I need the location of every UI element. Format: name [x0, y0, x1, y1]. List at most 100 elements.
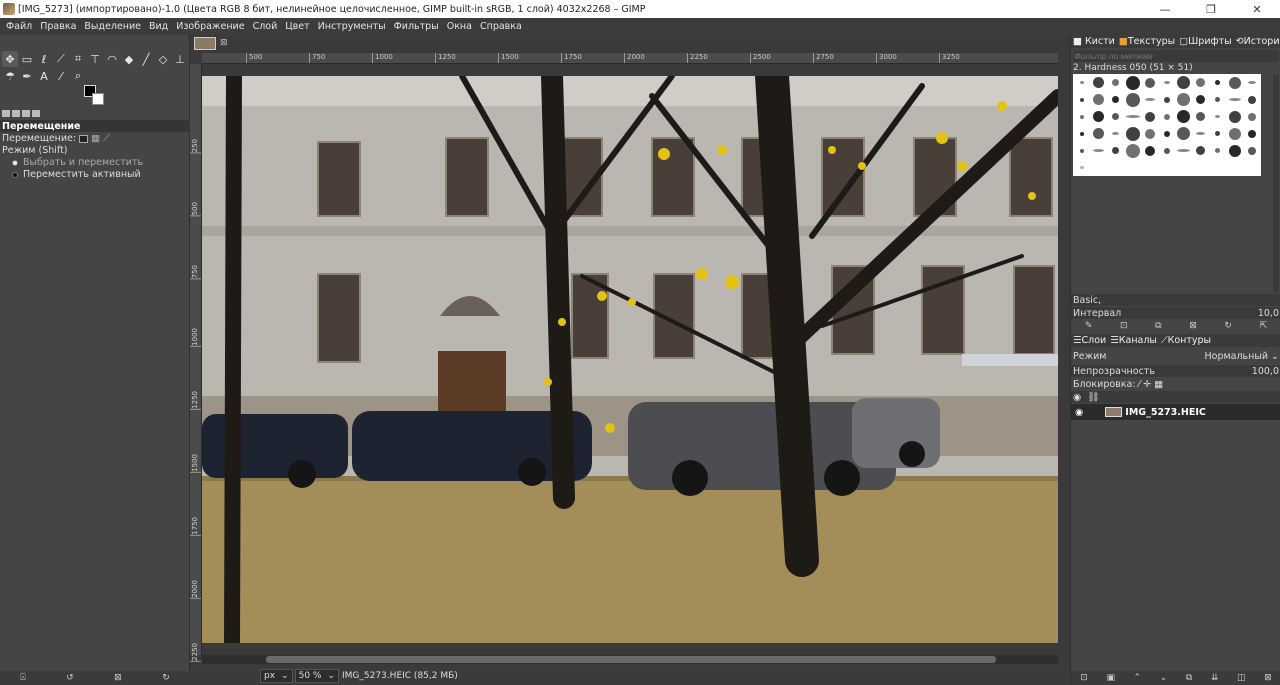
menu-layer[interactable]: Слой: [249, 21, 282, 32]
brush-thumbnail[interactable]: [1243, 91, 1260, 108]
brush-thumbnail[interactable]: [1175, 74, 1192, 91]
fg-bg-color-swatch[interactable]: [84, 85, 106, 107]
image-tab-close-icon[interactable]: ⊠: [220, 38, 228, 48]
restore-options-icon[interactable]: ↺: [66, 673, 74, 683]
move-path-icon[interactable]: ⟋: [103, 133, 110, 144]
brush-thumbnail[interactable]: [1226, 74, 1243, 91]
unit-select[interactable]: px ⌄: [260, 669, 293, 683]
brush-thumbnail[interactable]: [1209, 108, 1226, 125]
brush-thumbnail[interactable]: [1141, 125, 1158, 142]
brush-preset-field[interactable]: Basic,: [1071, 294, 1280, 306]
reset-options-icon[interactable]: ↻: [162, 673, 170, 683]
new-layer-icon[interactable]: ⊡: [1080, 673, 1088, 683]
minimize-button[interactable]: —: [1142, 0, 1188, 18]
brush-thumbnail[interactable]: [1090, 74, 1107, 91]
clone-tool-icon[interactable]: ⊥: [172, 51, 188, 67]
menu-tools[interactable]: Инструменты: [314, 21, 390, 32]
delete-brush-icon[interactable]: ⊠: [1189, 321, 1197, 331]
brush-grid[interactable]: [1073, 74, 1261, 176]
zoom-select[interactable]: 50 % ⌄: [294, 669, 340, 683]
layer-item[interactable]: ◉ IMG_5273.HEIC: [1071, 404, 1280, 420]
raise-layer-icon[interactable]: ⌃: [1134, 673, 1142, 683]
layer-name[interactable]: IMG_5273.HEIC: [1125, 407, 1206, 418]
device-status-tab-icon[interactable]: [12, 110, 20, 117]
brush-thumbnail[interactable]: [1243, 108, 1260, 125]
zoom-tool-icon[interactable]: ⌕: [70, 68, 86, 84]
merge-layer-icon[interactable]: ⇊: [1211, 673, 1219, 683]
brush-thumbnail[interactable]: [1073, 91, 1090, 108]
tab-layers[interactable]: ☰Слои: [1071, 335, 1108, 346]
menu-help[interactable]: Справка: [476, 21, 526, 32]
rect-select-tool-icon[interactable]: ▭: [19, 51, 35, 67]
brush-thumbnail[interactable]: [1141, 91, 1158, 108]
duplicate-layer-icon[interactable]: ⧉: [1186, 673, 1192, 683]
brush-thumbnail[interactable]: [1073, 108, 1090, 125]
lock-alpha-icon[interactable]: ▦: [1154, 379, 1163, 390]
brush-thumbnail[interactable]: [1124, 108, 1141, 125]
brush-thumbnail[interactable]: [1107, 91, 1124, 108]
lower-layer-icon[interactable]: ⌄: [1160, 673, 1168, 683]
brush-thumbnail[interactable]: [1243, 142, 1260, 159]
layer-mode-row[interactable]: Режим Нормальный ⌄: [1071, 350, 1280, 362]
brush-thumbnail[interactable]: [1158, 142, 1175, 159]
pick-and-move-radio[interactable]: Выбрать и переместить: [12, 157, 143, 168]
brush-thumbnail[interactable]: [1158, 108, 1175, 125]
brush-thumbnail[interactable]: [1073, 159, 1090, 176]
menu-select[interactable]: Выделение: [80, 21, 145, 32]
transform-tool-icon[interactable]: ⊤: [87, 51, 103, 67]
brush-thumbnail[interactable]: [1226, 142, 1243, 159]
brush-thumbnail[interactable]: [1090, 125, 1107, 142]
brush-thumbnail[interactable]: [1209, 142, 1226, 159]
brush-thumbnail[interactable]: [1158, 125, 1175, 142]
image-canvas[interactable]: [202, 76, 1058, 643]
brush-thumbnail[interactable]: [1090, 108, 1107, 125]
color-picker-tool-icon[interactable]: ⁄: [53, 68, 69, 84]
mode-select[interactable]: Нормальный ⌄: [1204, 351, 1279, 362]
tag-filter-input[interactable]: [1073, 50, 1279, 62]
brush-thumbnail[interactable]: [1192, 74, 1209, 91]
new-brush-icon[interactable]: ⊡: [1120, 321, 1128, 331]
brush-thumbnail[interactable]: [1243, 125, 1260, 142]
brush-thumbnail[interactable]: [1158, 91, 1175, 108]
brush-thumbnail[interactable]: [1124, 125, 1141, 142]
delete-options-icon[interactable]: ⊠: [114, 673, 122, 683]
move-tool-icon[interactable]: ✥: [2, 51, 18, 67]
brush-thumbnail[interactable]: [1141, 74, 1158, 91]
brush-thumbnail[interactable]: [1192, 91, 1209, 108]
brush-thumbnail[interactable]: [1124, 74, 1141, 91]
smudge-tool-icon[interactable]: ☂: [2, 68, 18, 84]
open-brush-icon[interactable]: ⇱: [1260, 321, 1268, 331]
brush-thumbnail[interactable]: [1192, 108, 1209, 125]
menu-colors[interactable]: Цвет: [281, 21, 313, 32]
paintbrush-tool-icon[interactable]: ╱: [138, 51, 154, 67]
move-active-radio[interactable]: Переместить активный: [12, 169, 141, 180]
brush-thumbnail[interactable]: [1243, 74, 1260, 91]
mask-layer-icon[interactable]: ◫: [1237, 673, 1246, 683]
eraser-tool-icon[interactable]: ◇: [155, 51, 171, 67]
brush-thumbnail[interactable]: [1226, 125, 1243, 142]
tab-fonts[interactable]: ▢Шрифты: [1177, 36, 1234, 47]
brush-thumbnail[interactable]: [1158, 74, 1175, 91]
move-selection-icon[interactable]: ▦: [91, 133, 100, 144]
menu-file[interactable]: Файл: [2, 21, 36, 32]
eye-icon[interactable]: ◉: [1075, 407, 1083, 418]
opacity-slider[interactable]: Непрозрачность 100,0: [1071, 365, 1280, 377]
fuzzy-select-tool-icon[interactable]: ⟋: [53, 51, 69, 67]
tool-options-tab-icon[interactable]: [2, 110, 10, 117]
save-options-icon[interactable]: ⍓: [20, 673, 25, 683]
brush-thumbnail[interactable]: [1175, 125, 1192, 142]
tab-brushes[interactable]: ■ Кисти: [1071, 36, 1117, 47]
menu-edit[interactable]: Правка: [36, 21, 80, 32]
refresh-brushes-icon[interactable]: ↻: [1224, 321, 1232, 331]
text-tool-icon[interactable]: A: [36, 68, 52, 84]
images-tab-icon[interactable]: [32, 110, 40, 117]
tab-history[interactable]: ⟲История: [1234, 36, 1280, 47]
brushes-scrollbar[interactable]: [1273, 74, 1279, 292]
close-button[interactable]: ✕: [1234, 0, 1280, 18]
tab-paths[interactable]: ⟋Контуры: [1159, 335, 1213, 346]
vertical-ruler[interactable]: 250 500 750 1000 1250 1500 1750 2000 225…: [190, 64, 202, 662]
tab-channels[interactable]: ☰Каналы: [1108, 335, 1159, 346]
paths-tool-icon[interactable]: ✒: [19, 68, 35, 84]
move-layer-icon[interactable]: [79, 134, 89, 143]
brush-thumbnail[interactable]: [1192, 125, 1209, 142]
